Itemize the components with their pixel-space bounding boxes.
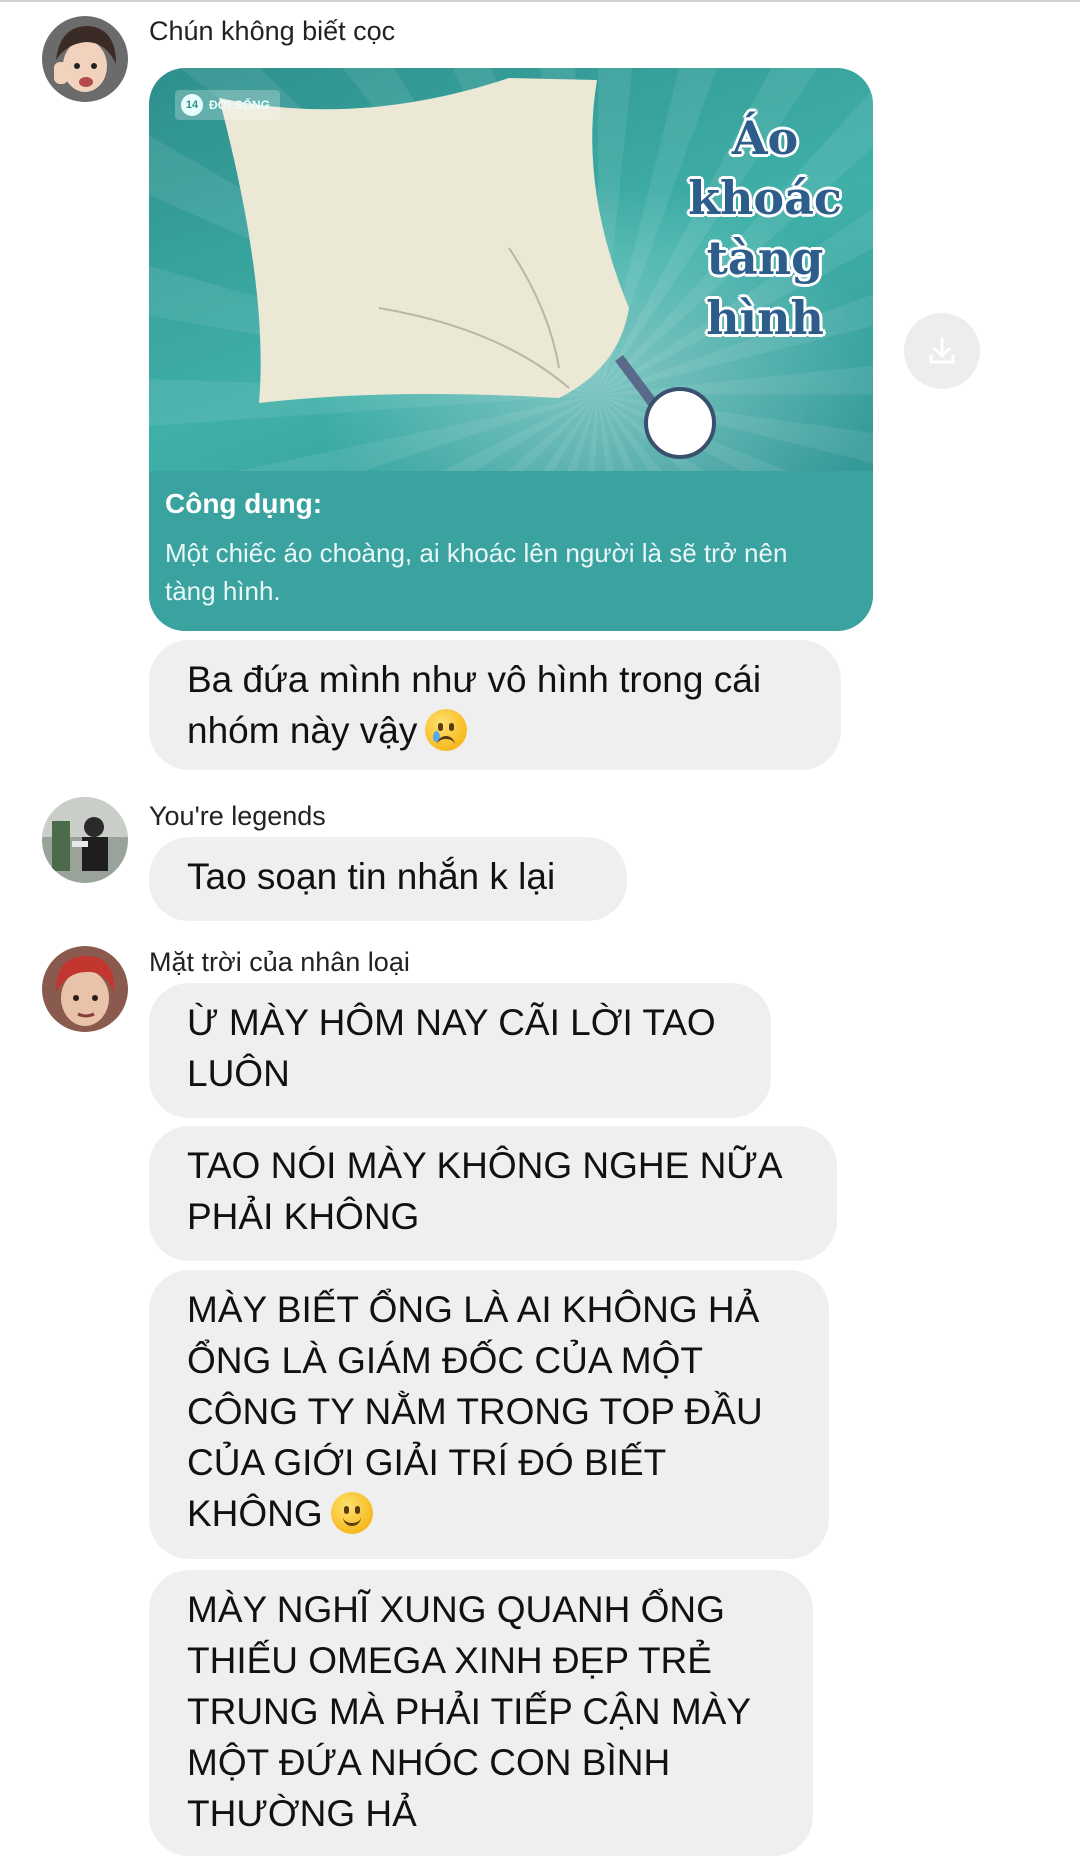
card-label: Công dụng: — [165, 488, 323, 519]
message-line: CÔNG TY NẰM TRONG TOP ĐẦU — [187, 1391, 763, 1432]
message-line: LUÔN — [187, 1053, 290, 1094]
message-line-text: nhóm này vậy — [187, 710, 418, 751]
card-title-line: Áo — [731, 111, 799, 165]
crying-face-emoji-icon — [425, 709, 468, 751]
message-line: TAO NÓI MÀY KHÔNG NGHE NỮA — [187, 1145, 783, 1186]
badge-number: 14 — [181, 94, 203, 116]
avatar-chun[interactable] — [42, 16, 128, 102]
message-line: KHÔNG — [187, 1488, 791, 1539]
avatar-mat-troi[interactable] — [42, 946, 128, 1032]
message-bubble[interactable]: MÀY BIẾT ỔNG LÀ AI KHÔNG HẢ ỔNG LÀ GIÁM … — [149, 1270, 829, 1559]
sender-name: Chún không biết cọc — [149, 16, 396, 46]
download-icon — [929, 337, 955, 364]
message-line-text: KHÔNG — [187, 1493, 323, 1534]
card-description: Một chiếc áo choàng, ai khoác lên người … — [165, 538, 788, 606]
message-line: MÀY NGHĨ XUNG QUANH ỔNG — [187, 1589, 725, 1630]
download-button[interactable] — [904, 313, 980, 389]
message-bubble[interactable]: Ừ MÀY HÔM NAY CÃI LỜI TAO LUÔN — [149, 983, 771, 1118]
message-line: MÀY BIẾT ỔNG LÀ AI KHÔNG HẢ — [187, 1289, 760, 1330]
message-line: TRUNG MÀ PHẢI TIẾP CẬN MÀY — [187, 1691, 751, 1732]
card-title-line: khoác — [688, 171, 842, 225]
message-line: Ba đứa mình như vô hình trong cái — [187, 659, 762, 700]
message-line: nhóm này vậy — [187, 705, 803, 756]
sender-name: Mặt trời của nhân loại — [149, 947, 410, 977]
card-title-line: hình — [706, 291, 824, 345]
message-line: MỘT ĐỨA NHÓC CON BÌNH — [187, 1742, 671, 1783]
message-bubble[interactable]: MÀY NGHĨ XUNG QUANH ỔNG THIẾU OMEGA XINH… — [149, 1570, 813, 1856]
message-line: CỦA GIỚI GIẢI TRÍ ĐÓ BIẾT — [187, 1442, 667, 1483]
message-line: Ừ MÀY HÔM NAY CÃI LỜI TAO — [187, 1002, 716, 1043]
message-line: PHẢI KHÔNG — [187, 1196, 420, 1237]
badge-label: ĐỜI SỐNG — [209, 98, 270, 112]
message-line: THIẾU OMEGA XINH ĐẸP TRẺ — [187, 1640, 712, 1681]
top-divider — [0, 0, 1080, 2]
message-bubble[interactable]: Tao soạn tin nhắn k lại — [149, 837, 627, 921]
sender-name: You're legends — [149, 801, 326, 831]
image-attachment[interactable]: 14 ĐỜI SỐNG Áo khoác tàng hình Công dụng… — [149, 68, 873, 631]
smiling-face-emoji-icon — [330, 1492, 373, 1534]
message-bubble[interactable]: Ba đứa mình như vô hình trong cái nhóm n… — [149, 640, 841, 770]
avatar-legends[interactable] — [42, 797, 128, 883]
message-line: Tao soạn tin nhắn k lại — [187, 856, 556, 897]
message-line: ỔNG LÀ GIÁM ĐỐC CỦA MỘT — [187, 1340, 703, 1381]
card-title: Áo khoác tàng hình — [675, 108, 855, 348]
message-bubble[interactable]: TAO NÓI MÀY KHÔNG NGHE NỮA PHẢI KHÔNG — [149, 1126, 837, 1261]
source-badge: 14 ĐỜI SỐNG — [175, 90, 280, 120]
card-title-line: tàng — [706, 231, 824, 285]
message-line: THƯỜNG HẢ — [187, 1793, 417, 1834]
